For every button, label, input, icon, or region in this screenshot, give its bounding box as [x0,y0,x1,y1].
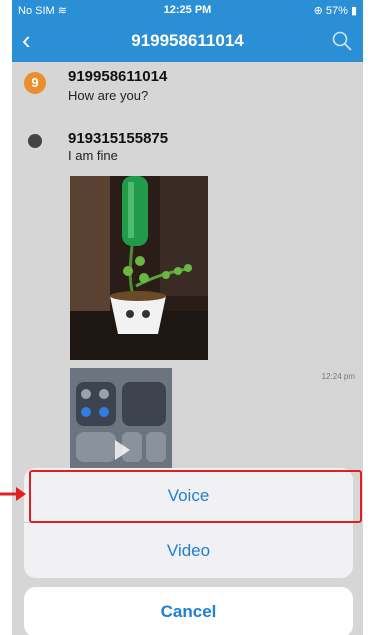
pointer-arrow-icon [0,487,26,501]
status-time: 12:25 PM [163,4,212,16]
message-text: I am fine [68,148,118,163]
search-icon[interactable] [331,30,353,52]
video-call-button[interactable]: Video [24,523,353,578]
image-attachment-screenshot[interactable] [70,368,172,470]
message-text: How are you? [68,88,149,103]
message-item[interactable]: 919315155875 I am fine [12,128,363,172]
alarm-icon: ⊕ [313,5,323,17]
message-item[interactable]: 9 919958611014 How are you? [12,66,363,116]
battery-indicator: ⊕ 57% ▮ [314,4,357,17]
highlight-box [29,470,362,523]
control-center-photo [70,368,172,470]
message-timestamp: 12:24 pm [321,372,355,381]
avatar: 9 [24,72,46,94]
sender-name: 919315155875 [68,130,169,147]
cancel-button[interactable]: Cancel [24,587,353,635]
phone-screen: No SIM ≋ 12:25 PM ⊕ 57% ▮ ‹ 919958611014… [12,0,363,635]
sender-name: 919958611014 [68,68,168,85]
avatar [28,134,42,148]
navigation-bar: ‹ 919958611014 [12,20,363,62]
page-title: 919958611014 [131,31,244,50]
status-bar: No SIM ≋ 12:25 PM ⊕ 57% ▮ [12,0,363,20]
image-attachment-plant[interactable] [70,176,208,360]
plant-photo [70,176,208,360]
battery-icon: ▮ [350,5,357,17]
battery-text: 57% [325,5,348,17]
